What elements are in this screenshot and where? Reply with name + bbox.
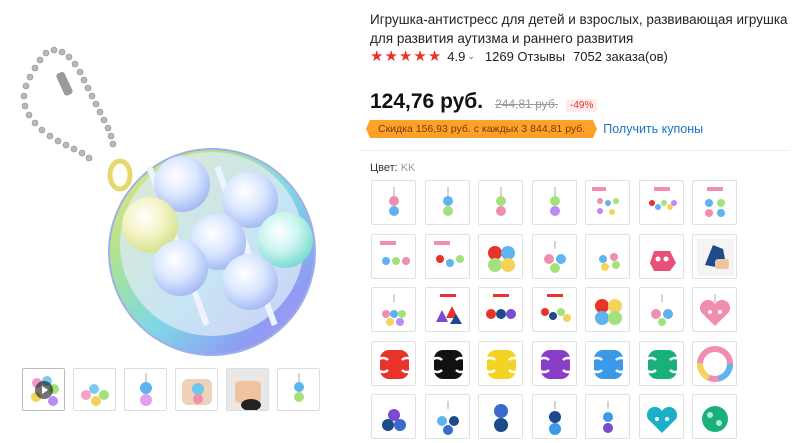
thumbnail-strip [22,368,320,411]
reviews-count[interactable]: 1269 Отзывы [485,49,565,64]
price-row: 124,76 руб. 244,81 руб. -49% [370,90,598,114]
color-option[interactable] [478,233,523,279]
star-icon: ★ [427,47,442,65]
star-icon: ★ [413,47,427,65]
star-icon: ★ [384,47,398,65]
color-label: Цвет: KK [370,162,415,174]
color-option[interactable] [371,233,416,279]
color-option[interactable] [531,233,577,279]
thumbnail-3[interactable] [124,368,167,411]
rating-row: ★ ★ ★ ★ ★ 4.9 ⌄ 1269 Отзывы 7052 заказа(… [370,47,668,65]
get-coupons-link[interactable]: Получить купоны [603,122,703,136]
color-option[interactable] [638,180,684,225]
color-option[interactable] [424,287,470,332]
color-option[interactable] [692,394,737,439]
color-option[interactable] [692,233,737,279]
product-title: Игрушка-антистресс для детей и взрослых,… [370,12,788,46]
color-option[interactable] [424,180,470,225]
color-option[interactable] [531,287,577,332]
color-option[interactable] [585,287,630,332]
color-option[interactable] [638,233,684,279]
color-option[interactable] [478,394,523,439]
color-swatch-grid [371,180,737,439]
current-price: 124,76 руб. [370,90,484,113]
color-option[interactable] [638,340,684,386]
color-label-text: Цвет: [370,162,398,174]
coupon-row: Скидка 156,93 руб. с каждых 3 844,81 руб… [365,120,703,138]
coupon-badge: Скидка 156,93 руб. с каждых 3 844,81 руб… [365,120,598,138]
color-option[interactable] [585,394,630,439]
rating-stars: ★ ★ ★ ★ ★ [370,49,441,64]
thumbnail-5[interactable] [226,368,269,411]
discount-badge: -49% [566,99,598,112]
play-icon [35,381,53,399]
color-selected-value: KK [400,162,416,174]
thumbnail-4[interactable] [175,368,218,411]
color-option[interactable] [371,180,416,225]
color-option[interactable] [531,340,577,386]
thumbnail-2[interactable] [73,368,116,411]
color-option[interactable] [585,233,630,279]
color-option[interactable] [585,340,630,386]
color-option[interactable] [638,394,684,439]
color-option[interactable] [638,287,684,332]
color-option[interactable] [692,340,737,386]
thumbnail-video[interactable] [22,368,65,411]
color-option[interactable] [424,340,470,386]
orders-count: 7052 заказа(ов) [573,48,668,64]
thumbnail-6[interactable] [277,368,320,411]
color-option[interactable] [531,394,577,439]
color-option[interactable] [424,394,470,439]
color-option[interactable] [424,233,470,279]
color-option[interactable] [585,180,630,225]
color-option[interactable] [478,287,523,332]
main-product-image[interactable] [0,0,345,360]
color-option[interactable] [371,340,416,386]
color-option[interactable] [478,180,523,225]
chevron-down-icon[interactable]: ⌄ [467,51,475,62]
color-option[interactable] [478,340,523,386]
color-option[interactable] [531,180,577,225]
rating-value[interactable]: 4.9 [447,49,465,64]
color-option[interactable] [692,180,737,225]
original-price: 244,81 руб. [495,97,559,111]
star-icon: ★ [398,47,413,65]
divider [360,150,790,151]
color-option[interactable] [692,287,737,332]
color-option[interactable] [371,394,416,439]
color-option[interactable] [371,287,416,332]
star-icon: ★ [370,47,384,65]
